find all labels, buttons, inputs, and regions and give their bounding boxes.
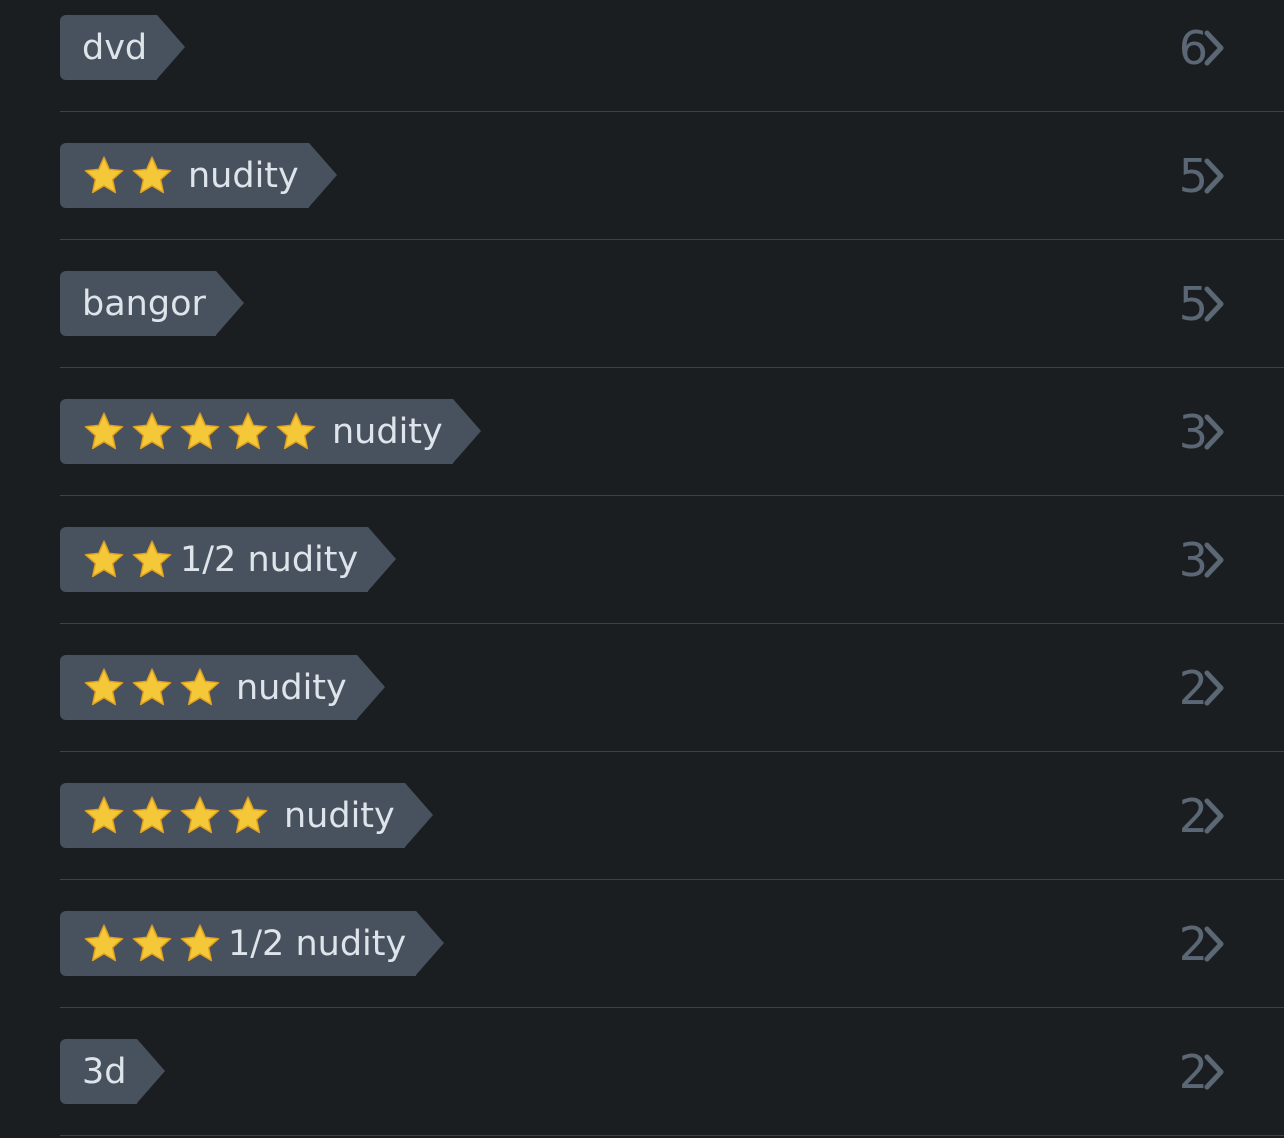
star-emoji-icon [132, 156, 172, 193]
tag-list: dvd 6 nudity 5 bangor 5 nudity 3 1/2 nud… [60, 0, 1284, 1136]
star-emoji-icon [180, 924, 220, 961]
star-emoji-icon [132, 412, 172, 449]
star-emoji-icon [228, 412, 268, 449]
tag-label: nudity [188, 155, 299, 196]
chevron-right-icon[interactable] [1202, 540, 1226, 580]
tag-pill[interactable]: 1/2 nudity [60, 527, 397, 592]
tag-row[interactable]: 1/2 nudity 2 [60, 880, 1284, 1008]
tag-row[interactable]: 3d 2 [60, 1008, 1284, 1136]
star-emoji-icon [132, 924, 172, 961]
tag-label: 1/2 nudity [180, 539, 359, 580]
star-emoji-icon [132, 796, 172, 833]
stars [82, 666, 226, 710]
star-emoji-icon [180, 796, 220, 833]
chevron-right-icon[interactable] [1202, 28, 1226, 68]
chevron-right-icon[interactable] [1202, 156, 1226, 196]
star-emoji-icon [84, 412, 124, 449]
tag-pill[interactable]: dvd [60, 15, 186, 80]
chevron-right-icon[interactable] [1202, 924, 1226, 964]
star-emoji-icon [84, 796, 124, 833]
tag-label: nudity [236, 667, 347, 708]
star-emoji-icon [180, 668, 220, 705]
chevron-right-icon[interactable] [1202, 1052, 1226, 1092]
tag-pill[interactable]: bangor [60, 271, 244, 336]
star-emoji-icon [180, 412, 220, 449]
stars [82, 538, 178, 582]
tag-pill[interactable]: nudity [60, 143, 337, 208]
tag-row[interactable]: nudity 2 [60, 752, 1284, 880]
star-emoji-icon [132, 540, 172, 577]
tag-label: nudity [332, 411, 443, 452]
tag-pill[interactable]: nudity [60, 783, 433, 848]
star-emoji-icon [228, 796, 268, 833]
tag-label: 3d [82, 1051, 127, 1092]
tag-label: dvd [82, 27, 148, 68]
star-emoji-icon [84, 668, 124, 705]
star-emoji-icon [276, 412, 316, 449]
star-emoji-icon [84, 156, 124, 193]
tag-row[interactable]: dvd 6 [60, 0, 1284, 112]
tag-label: bangor [82, 283, 206, 324]
stars [82, 154, 178, 198]
star-emoji-icon [132, 668, 172, 705]
chevron-right-icon[interactable] [1202, 796, 1226, 836]
chevron-right-icon[interactable] [1202, 284, 1226, 324]
tag-row[interactable]: nudity 2 [60, 624, 1284, 752]
tag-pill[interactable]: 1/2 nudity [60, 911, 445, 976]
star-emoji-icon [84, 540, 124, 577]
tag-pill[interactable]: 3d [60, 1039, 164, 1104]
chevron-right-icon[interactable] [1202, 412, 1226, 452]
tag-row[interactable]: 1/2 nudity 3 [60, 496, 1284, 624]
tag-row[interactable]: bangor 5 [60, 240, 1284, 368]
stars [82, 410, 322, 454]
chevron-right-icon[interactable] [1202, 668, 1226, 708]
star-emoji-icon [84, 924, 124, 961]
tag-pill[interactable]: nudity [60, 399, 481, 464]
tag-row[interactable]: nudity 3 [60, 368, 1284, 496]
tag-pill[interactable]: nudity [60, 655, 385, 720]
tag-label: nudity [284, 795, 395, 836]
stars [82, 922, 226, 966]
tag-label: 1/2 nudity [228, 923, 407, 964]
tag-row[interactable]: nudity 5 [60, 112, 1284, 240]
stars [82, 794, 274, 838]
